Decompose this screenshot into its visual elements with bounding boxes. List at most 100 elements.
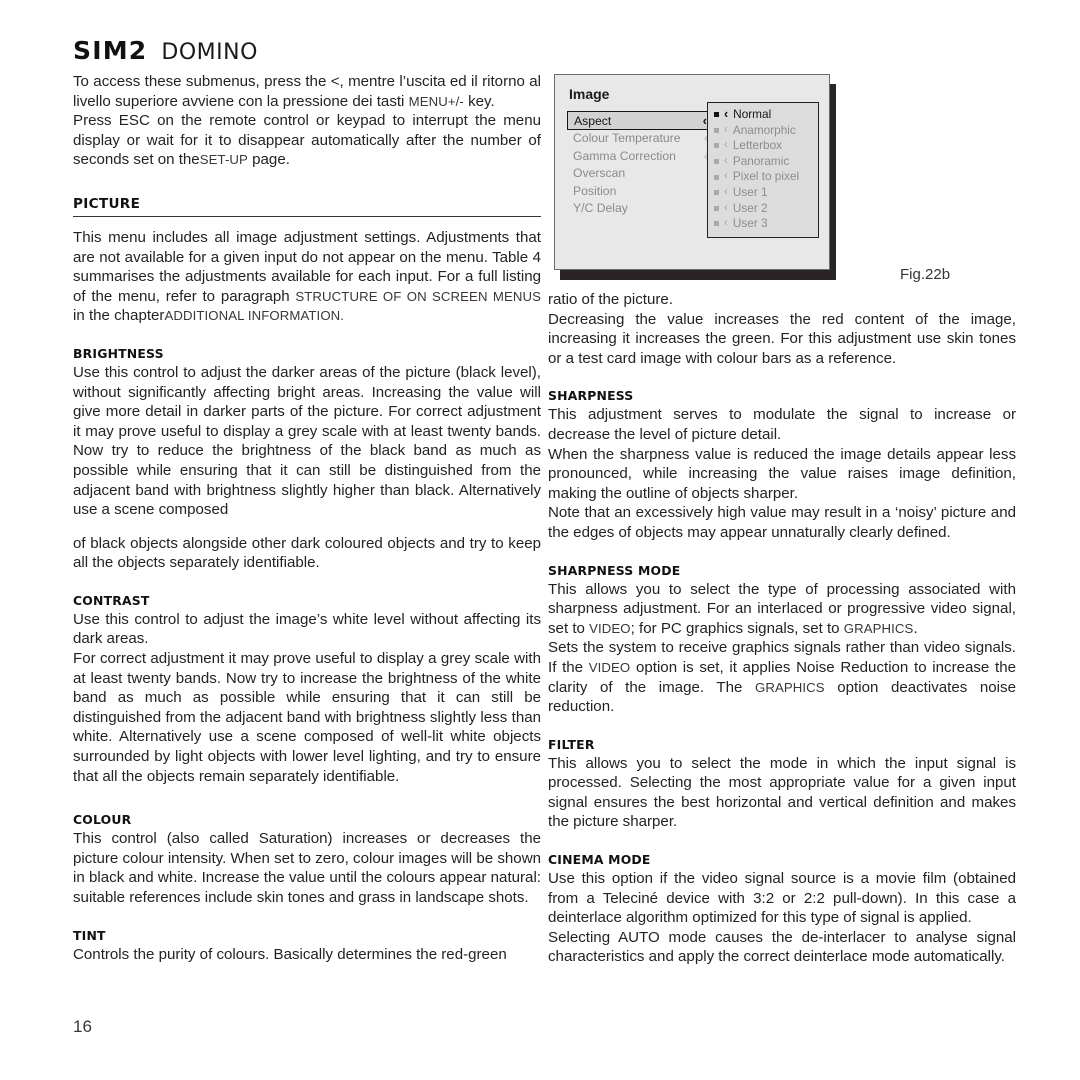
osd-submenu-item-user-1[interactable]: ‹ User 1 bbox=[714, 185, 813, 201]
osd-submenu-label: Pixel to pixel bbox=[732, 169, 800, 184]
intro-text-b: key. bbox=[463, 92, 495, 110]
subsection-heading-colour: COLOUR bbox=[73, 812, 132, 828]
osd-submenu-label: Panoramic bbox=[732, 153, 790, 168]
brightness-paragraph-1: Use this control to adjust the darker ar… bbox=[73, 363, 541, 519]
selection-square-icon bbox=[714, 221, 719, 227]
osd-menu-label: Position bbox=[573, 183, 617, 198]
osd-submenu-label: Normal bbox=[733, 107, 772, 121]
intro2-text-a: Press ESC on the remote control or keypa… bbox=[73, 112, 541, 169]
graphics-smallcaps: GRAPHICS bbox=[843, 620, 914, 636]
subsection-heading-sharpness-mode: SHARPNESS MODE bbox=[548, 562, 681, 578]
menu-key-smallcaps: MENU+/- bbox=[408, 93, 464, 109]
sharpness-paragraph-1: This adjustment serves to modulate the s… bbox=[548, 406, 1016, 443]
video-smallcaps: VIDEO bbox=[589, 620, 631, 636]
osd-menu-item-aspect[interactable]: Aspect ‹ bbox=[567, 111, 715, 130]
osd-submenu-item-panoramic[interactable]: ‹ Panoramic bbox=[714, 154, 813, 170]
osd-menu-label: Y/C Delay bbox=[573, 201, 628, 215]
sharpness-mode-paragraph-2: Sets the system to receive graphics sign… bbox=[548, 638, 1016, 716]
osd-menu-label: Aspect bbox=[574, 113, 612, 128]
tint-continued-paragraph-2: Decreasing the value increases the red c… bbox=[548, 310, 1016, 367]
osd-submenu-label: Anamorphic bbox=[732, 122, 796, 137]
contrast-paragraph-1: Use this control to adjust the image’s w… bbox=[73, 610, 541, 648]
osd-submenu-item-user-3[interactable]: ‹ User 3 bbox=[714, 216, 813, 232]
osd-panel: Image Aspect ‹ Colour Temperature ‹ Gamm… bbox=[554, 74, 830, 270]
osd-submenu-item-normal[interactable]: ‹ Normal bbox=[714, 107, 813, 123]
chevron-left-icon: ‹ bbox=[724, 139, 728, 152]
selection-square-icon bbox=[714, 112, 719, 118]
chevron-left-icon: ‹ bbox=[724, 154, 728, 167]
cinema-mode-paragraph-1: Use this option if the video signal sour… bbox=[548, 870, 1016, 927]
sharpness-paragraph-3: Note that an excessively high value may … bbox=[548, 504, 1016, 541]
setup-smallcaps: SET-UP bbox=[199, 152, 248, 168]
osd-menu-item-gamma-correction[interactable]: Gamma Correction ‹ bbox=[567, 148, 715, 166]
section-rule bbox=[73, 215, 541, 217]
chevron-left-icon: ‹ bbox=[724, 107, 729, 121]
subsection-heading-contrast: CONTRAST bbox=[73, 592, 150, 608]
osd-submenu-item-user-2[interactable]: ‹ User 2 bbox=[714, 201, 813, 217]
chevron-left-icon: ‹ bbox=[724, 123, 728, 136]
additional-info-smallcaps: ADDITIONAL INFORMATION. bbox=[164, 308, 345, 324]
structure-menus-smallcaps: STRUCTURE OF ON SCREEN MENUS bbox=[295, 288, 541, 304]
picture-paragraph: This menu includes all image adjustment … bbox=[73, 228, 541, 326]
section-heading-picture: PICTURE bbox=[73, 195, 141, 212]
subsection-heading-tint: TINT bbox=[73, 927, 106, 943]
brand-logo: SIM2 DOMINO bbox=[73, 36, 258, 65]
intro2-text-b: page. bbox=[247, 151, 290, 169]
sharpness-paragraph-2: When the sharpness value is reduced the … bbox=[548, 445, 1016, 502]
document-page: SIM2 DOMINO To access these submenus, pr… bbox=[0, 0, 1080, 1080]
osd-menu-item-colour-temperature[interactable]: Colour Temperature ‹ bbox=[567, 130, 715, 148]
subsection-heading-cinema-mode: CINEMA MODE bbox=[548, 852, 651, 868]
video-smallcaps: VIDEO bbox=[588, 659, 631, 675]
sm-text-c: . bbox=[913, 619, 918, 637]
cinema-mode-paragraph-2: Selecting AUTO mode causes the de-interl… bbox=[548, 928, 1016, 966]
osd-submenu-label: User 1 bbox=[732, 184, 768, 199]
subsection-heading-sharpness: SHARPNESS bbox=[548, 388, 634, 404]
osd-menu-item-position[interactable]: Position bbox=[567, 183, 715, 201]
product-name: DOMINO bbox=[161, 40, 258, 65]
osd-menu-label: Overscan bbox=[573, 166, 626, 180]
osd-menu-item-yc-delay[interactable]: Y/C Delay bbox=[567, 200, 715, 218]
filter-paragraph: This allows you to select the mode in wh… bbox=[548, 754, 1016, 831]
chevron-left-icon: ‹ bbox=[724, 201, 728, 214]
subsection-heading-filter: FILTER bbox=[548, 736, 595, 752]
selection-square-icon bbox=[714, 127, 719, 133]
osd-submenu-item-anamorphic[interactable]: ‹ Anamorphic bbox=[714, 123, 813, 139]
contrast-paragraph-2: For correct adjustment it may prove usef… bbox=[73, 650, 541, 785]
figure-caption: Fig.22b bbox=[900, 266, 951, 283]
selection-square-icon bbox=[714, 143, 719, 149]
osd-menu-label: Gamma Correction bbox=[573, 148, 676, 163]
osd-submenu-item-letterbox[interactable]: ‹ Letterbox bbox=[714, 138, 813, 154]
chevron-left-icon: ‹ bbox=[724, 217, 728, 230]
osd-submenu-aspect: ‹ Normal ‹ Anamorphic ‹ Letterbox ‹ Pano… bbox=[707, 102, 819, 238]
selection-square-icon bbox=[714, 190, 719, 196]
osd-submenu-label: User 2 bbox=[732, 200, 768, 215]
osd-panel-title: Image bbox=[569, 86, 610, 102]
brand-name: SIM2 bbox=[73, 36, 148, 65]
left-column: To access these submenus, press the <, m… bbox=[73, 72, 541, 964]
tint-continued-paragraph-1: ratio of the picture. bbox=[548, 291, 674, 308]
chevron-left-icon: ‹ bbox=[724, 185, 728, 198]
page-number: 16 bbox=[73, 1017, 92, 1036]
osd-submenu-label: Letterbox bbox=[732, 138, 783, 153]
brightness-paragraph-2: of black objects alongside other dark co… bbox=[73, 534, 541, 572]
osd-body: Aspect ‹ Colour Temperature ‹ Gamma Corr… bbox=[555, 102, 829, 238]
subsection-heading-brightness: BRIGHTNESS bbox=[73, 345, 164, 361]
sharpness-mode-paragraph-1: This allows you to select the type of pr… bbox=[548, 580, 1016, 639]
osd-menu-item-overscan[interactable]: Overscan bbox=[567, 165, 715, 183]
osd-figure: Image Aspect ‹ Colour Temperature ‹ Gamm… bbox=[548, 74, 1026, 283]
tint-paragraph: Controls the purity of colours. Basicall… bbox=[73, 945, 507, 963]
selection-square-icon bbox=[714, 205, 719, 211]
selection-square-icon bbox=[714, 174, 719, 180]
right-column: ratio of the picture. Decreasing the val… bbox=[548, 290, 1016, 967]
osd-submenu-item-pixel-to-pixel[interactable]: ‹ Pixel to pixel bbox=[714, 169, 813, 185]
